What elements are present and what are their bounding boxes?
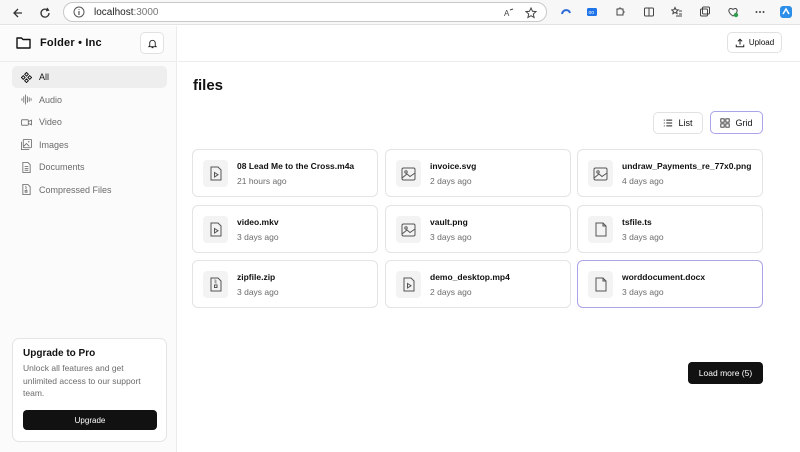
sidebar-item-label: Compressed Files [39,184,112,195]
video-camera-icon [20,116,32,128]
file-card[interactable]: undraw_Payments_re_77x0.png 4 days ago [577,149,763,197]
favorites-list-icon[interactable] [669,4,685,20]
file-card[interactable]: video.mkv 3 days ago [192,205,378,253]
file-date: 3 days ago [237,287,279,297]
file-card[interactable]: tsfile.ts 3 days ago [577,205,763,253]
grid-view-label: Grid [735,117,753,128]
sidebar-item-label: Documents [39,162,85,172]
file-name: tsfile.ts [622,217,652,227]
file-card-selected[interactable]: worddocument.docx 3 days ago [577,260,763,308]
site-info-icon[interactable] [73,6,85,18]
zip-file-icon [203,271,228,298]
refresh-icon[interactable] [36,4,54,21]
extensions-puzzle-icon[interactable] [612,4,628,20]
promo-text: Unlock all features and get unlimited ac… [23,363,141,398]
upgrade-promo-card: Upgrade to Pro Unlock all features and g… [12,338,167,442]
brand-header: Folder • Inc [0,26,177,62]
sidebar-item-all[interactable]: All [12,66,167,88]
grid-diamond-icon [20,71,32,83]
collections-icon[interactable] [697,4,713,20]
media-file-icon [396,271,421,298]
load-more-button[interactable]: Load more (5) [688,362,763,384]
sidebar-item-label: All [39,72,50,82]
image-file-icon [588,160,613,187]
favorite-star-icon[interactable] [523,5,539,21]
read-aloud-icon[interactable]: A [501,5,517,21]
svg-text:oo: oo [589,10,595,16]
extension-swirl-icon[interactable] [558,4,574,20]
file-date: 3 days ago [622,287,664,297]
file-card[interactable]: demo_desktop.mp4 2 days ago [385,260,571,308]
file-date: 3 days ago [430,232,472,242]
file-card[interactable]: zipfile.zip 3 days ago [192,260,378,308]
file-date: 2 days ago [430,287,472,297]
sidebar-item-images[interactable]: Images [12,134,167,156]
upgrade-button[interactable]: Upgrade [23,410,157,430]
images-icon [20,139,32,151]
file-card[interactable]: invoice.svg 2 days ago [385,149,571,197]
file-icon [588,271,613,298]
folder-icon [16,36,31,49]
file-name: invoice.svg [430,161,477,171]
file-name: undraw_Payments_re_77x0.png [622,161,752,171]
top-bar: Upload [178,26,800,62]
main-content: files List Grid 08 Lead Me to the Cross.… [178,63,800,452]
archive-icon [20,184,32,196]
more-menu-icon[interactable] [752,4,768,20]
app-window: Folder • Inc All Audio Video Images Docu… [0,26,800,452]
url-text: localhost:3000 [94,7,159,18]
back-icon[interactable] [8,4,26,21]
document-icon [20,161,32,173]
file-date: 3 days ago [622,232,664,242]
upload-button[interactable]: Upload [727,32,782,53]
file-date: 3 days ago [237,232,279,242]
bell-icon [147,39,157,48]
sidebar-item-label: Video [39,117,62,127]
file-date: 21 hours ago [237,176,287,186]
media-file-icon [203,160,228,187]
file-name: video.mkv [237,217,279,227]
file-card[interactable]: 08 Lead Me to the Cross.m4a 21 hours ago [192,149,378,197]
file-icon [588,216,613,243]
promo-title: Upgrade to Pro [23,348,96,359]
upload-icon [735,38,745,48]
sidebar: Folder • Inc All Audio Video Images Docu… [0,26,177,452]
sidebar-item-label: Audio [39,94,63,105]
list-icon [663,118,673,128]
sidebar-item-video[interactable]: Video [12,111,167,133]
grid-view-button[interactable]: Grid [710,111,763,134]
sidebar-item-label: Images [39,139,69,150]
image-file-icon [396,160,421,187]
file-name: vault.png [430,217,468,227]
image-file-icon [396,216,421,243]
audio-wave-icon [20,94,32,106]
file-name: demo_desktop.mp4 [430,272,510,282]
copilot-icon[interactable] [778,4,794,20]
address-bar[interactable]: localhost:3000 A [63,2,547,22]
sidebar-item-compressed[interactable]: Compressed Files [12,179,167,201]
sidebar-item-audio[interactable]: Audio [12,89,167,111]
upload-label: Upload [748,38,775,47]
notifications-button[interactable] [140,32,164,54]
brand-name: Folder • Inc [40,37,102,49]
split-screen-icon[interactable] [641,4,657,20]
list-view-label: List [678,118,693,128]
file-card[interactable]: vault.png 3 days ago [385,205,571,253]
file-name: zipfile.zip [237,272,276,282]
extension-blue-icon[interactable]: oo [584,4,600,20]
browser-essentials-icon[interactable] [725,4,741,20]
sidebar-item-documents[interactable]: Documents [12,156,167,178]
media-file-icon [203,216,228,243]
file-date: 4 days ago [622,176,664,186]
sidebar-nav: All Audio Video Images Documents Compres… [12,66,167,201]
file-date: 2 days ago [430,176,472,186]
page-title: files [193,77,224,94]
browser-toolbar: localhost:3000 A oo [0,0,800,25]
grid-icon [720,117,731,128]
file-name: 08 Lead Me to the Cross.m4a [237,161,355,171]
list-view-button[interactable]: List [653,112,703,134]
file-name: worddocument.docx [622,272,706,282]
svg-text:A: A [504,9,510,18]
